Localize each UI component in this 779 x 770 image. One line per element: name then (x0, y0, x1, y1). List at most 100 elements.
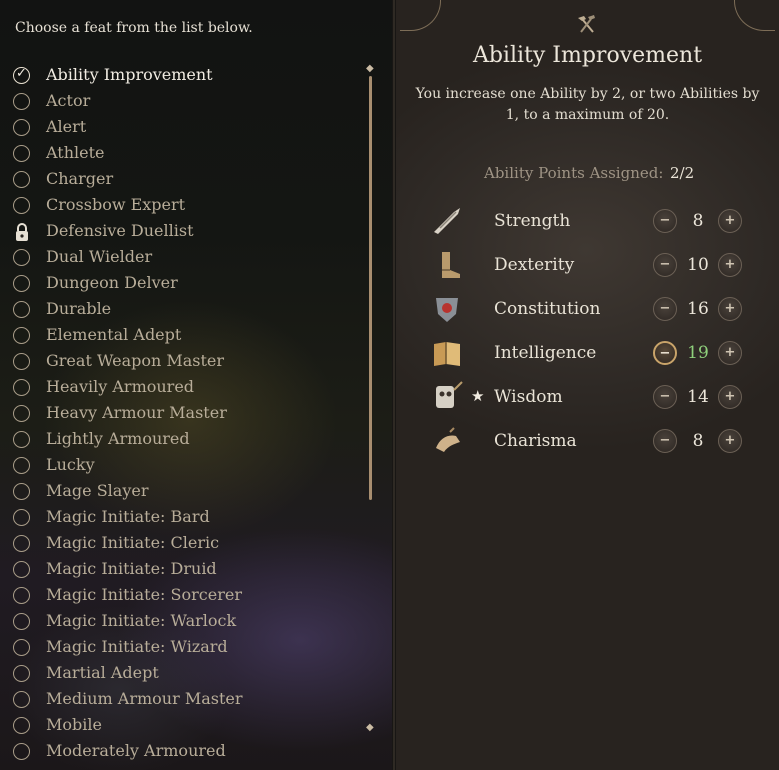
radio-circle-icon[interactable] (13, 691, 30, 708)
scrollbar-thumb[interactable] (369, 76, 372, 500)
feat-label: Mage Slayer (46, 481, 149, 500)
radio-circle-icon[interactable] (13, 171, 30, 188)
feat-label: Ability Improvement (46, 65, 213, 84)
feat-item[interactable]: Mobile (0, 713, 360, 739)
feat-item[interactable]: Elemental Adept (0, 323, 360, 349)
radio-circle-icon[interactable] (13, 665, 30, 682)
radio-circle-icon[interactable] (13, 587, 30, 604)
feat-item[interactable]: Magic Initiate: Bard (0, 505, 360, 531)
checked-radio-icon[interactable]: ✓ (13, 66, 30, 84)
decrease-button[interactable]: − (653, 385, 677, 409)
radio-circle-icon[interactable] (13, 249, 30, 266)
radio-circle-icon[interactable] (13, 145, 30, 162)
feat-title: Ability Improvement (472, 43, 703, 68)
radio-circle-icon[interactable] (13, 535, 30, 552)
radio-circle-icon[interactable] (13, 509, 30, 526)
radio-circle-icon[interactable] (13, 353, 30, 370)
charisma-hand-icon (436, 427, 460, 452)
radio-circle-icon[interactable] (13, 431, 30, 448)
feat-label: Dungeon Delver (46, 273, 178, 292)
feat-item[interactable]: Moderately Armoured (0, 739, 360, 765)
increase-button[interactable]: + (718, 341, 742, 365)
feat-item[interactable]: Dual Wielder (0, 245, 360, 271)
radio-circle-icon[interactable] (13, 275, 30, 292)
radio-circle-icon[interactable] (13, 197, 30, 214)
ability-row: Dexterity −10 + (396, 244, 779, 288)
feat-hammer-icon (578, 15, 595, 33)
feat-label: Magic Initiate: Druid (46, 559, 217, 578)
feat-label: Magic Initiate: Sorcerer (46, 585, 242, 604)
radio-circle-icon[interactable] (13, 93, 30, 110)
feat-item[interactable]: Charger (0, 167, 360, 193)
increase-button[interactable]: + (718, 253, 742, 277)
radio-circle-icon[interactable] (13, 613, 30, 630)
ability-row: Charisma −8 + (396, 420, 779, 464)
decrease-button[interactable]: − (653, 297, 677, 321)
feat-item[interactable]: Heavily Armoured (0, 375, 360, 401)
feat-item[interactable]: Actor (0, 89, 360, 115)
feat-label: Lucky (46, 455, 95, 474)
intelligence-book-icon (434, 342, 460, 366)
ornament-corner-left (400, 0, 441, 31)
feat-item[interactable]: Crossbow Expert (0, 193, 360, 219)
feat-item[interactable]: Lightly Armoured (0, 427, 360, 453)
ability-score: 8 (692, 431, 704, 451)
radio-circle-icon[interactable] (13, 379, 30, 396)
feat-label: Athlete (46, 143, 105, 162)
feat-label: Defensive Duellist (46, 221, 194, 240)
feat-item[interactable]: Martial Adept (0, 661, 360, 687)
feat-item[interactable]: ✓ Ability Improvement (0, 63, 360, 89)
ability-row: Intelligence −19 + (396, 332, 779, 376)
feat-item[interactable]: Lucky (0, 453, 360, 479)
radio-circle-icon[interactable] (13, 301, 30, 318)
radio-circle-icon[interactable] (13, 639, 30, 656)
scroll-up-handle[interactable]: ◆ (366, 63, 374, 74)
feat-label: Crossbow Expert (46, 195, 186, 214)
ability-name: Intelligence (494, 343, 597, 363)
feat-label: Great Weapon Master (46, 351, 225, 370)
feat-item[interactable]: Dungeon Delver (0, 271, 360, 297)
feat-item[interactable]: Magic Initiate: Sorcerer (0, 583, 360, 609)
increase-button[interactable]: + (718, 209, 742, 233)
radio-circle-icon[interactable] (13, 717, 30, 734)
dexterity-boot-icon (442, 252, 460, 278)
radio-circle-icon[interactable] (13, 327, 30, 344)
feat-item[interactable]: Mage Slayer (0, 479, 360, 505)
scroll-down-handle[interactable]: ◆ (366, 722, 374, 733)
feat-label: Lightly Armoured (46, 429, 190, 448)
ability-name: Dexterity (494, 255, 575, 275)
radio-circle-icon[interactable] (13, 483, 30, 500)
feat-item[interactable]: Defensive Duellist (0, 219, 360, 245)
increase-button[interactable]: + (718, 429, 742, 453)
radio-circle-icon[interactable] (13, 405, 30, 422)
feat-item[interactable]: Durable (0, 297, 360, 323)
feat-item[interactable]: Heavy Armour Master (0, 401, 360, 427)
radio-circle-icon[interactable] (13, 119, 30, 136)
ability-row: Constitution −16 + (396, 288, 779, 332)
ability-score: 16 (687, 299, 709, 319)
decrease-button[interactable]: − (653, 341, 677, 365)
feat-item[interactable]: Magic Initiate: Druid (0, 557, 360, 583)
feat-item[interactable]: Great Weapon Master (0, 349, 360, 375)
feat-item[interactable]: Medium Armour Master (0, 687, 360, 713)
increase-button[interactable]: + (718, 297, 742, 321)
decrease-button[interactable]: − (653, 429, 677, 453)
checkmark-icon: ✓ (16, 66, 27, 81)
feat-label: Magic Initiate: Cleric (46, 533, 220, 552)
feat-label: Alert (46, 117, 87, 136)
decrease-button[interactable]: − (653, 209, 677, 233)
ability-name: Charisma (494, 431, 577, 451)
increase-button[interactable]: + (718, 385, 742, 409)
decrease-button[interactable]: − (653, 253, 677, 277)
radio-circle-icon[interactable] (13, 743, 30, 760)
ability-score: 14 (687, 387, 709, 407)
feat-item[interactable]: Athlete (0, 141, 360, 167)
feat-item[interactable]: Magic Initiate: Warlock (0, 609, 360, 635)
feat-description: You increase one Ability by 2, or two Ab… (415, 86, 760, 123)
radio-circle-icon[interactable] (13, 561, 30, 578)
feat-item[interactable]: Alert (0, 115, 360, 141)
radio-circle-icon[interactable] (13, 457, 30, 474)
feat-item[interactable]: Magic Initiate: Wizard (0, 635, 360, 661)
feat-detail-panel: Ability Improvement You increase one Abi… (396, 0, 779, 770)
feat-item[interactable]: Magic Initiate: Cleric (0, 531, 360, 557)
